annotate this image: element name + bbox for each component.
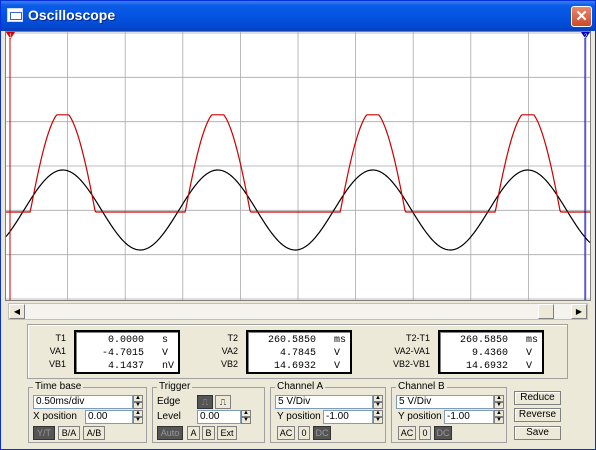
readout-panel: T1 VA1 VB1 0.0000 s -4.7015 V 4.1437 nV … bbox=[27, 324, 568, 379]
timebase-scale-field[interactable]: 0.50ms/div bbox=[33, 395, 133, 409]
readout-va2-va1-unit: V bbox=[526, 348, 533, 359]
channel-b-group: Channel B 5 V/Div ▲ ▼ Y position -1.00 ▲ ▼… bbox=[391, 381, 507, 443]
timebase-xpos-field[interactable]: 0.00 bbox=[85, 410, 133, 424]
channel-a-scale-field[interactable]: 5 V/Div bbox=[275, 395, 373, 409]
trigger-b-button[interactable]: B bbox=[202, 426, 215, 440]
channel-a-ac-button[interactable]: AC bbox=[277, 426, 295, 440]
readout-va2-va1-label: VA2-VA1 bbox=[394, 346, 430, 356]
channel-b-title: Channel B bbox=[396, 381, 447, 392]
scope-svg: 1 2 bbox=[6, 32, 590, 300]
readout-t1-label: T1 bbox=[55, 333, 66, 343]
channel-b-ypos-field[interactable]: -1.00 bbox=[444, 410, 494, 424]
readout-va2-va1-value: 9.4360 bbox=[471, 348, 508, 359]
readout-va2-label: VA2 bbox=[221, 346, 238, 356]
timebase-xpos-label: X position bbox=[33, 411, 77, 422]
channel-a-ypos-label: Y position bbox=[277, 411, 321, 422]
mode-ab-button[interactable]: A/B bbox=[83, 426, 105, 440]
readout-vb2-label: VB2 bbox=[220, 359, 238, 369]
readout-va2-unit: V bbox=[334, 348, 341, 359]
scope-grid bbox=[6, 32, 590, 300]
readout-vb2-vb1-label: VB2-VB1 bbox=[392, 359, 430, 369]
channel-b-scale-spinner[interactable]: ▲ ▼ bbox=[494, 395, 504, 409]
readout-va1-unit: V bbox=[162, 348, 169, 359]
title-bar[interactable]: Oscilloscope ✕ bbox=[1, 1, 595, 31]
trigger-level-label: Level bbox=[157, 411, 181, 422]
mode-yt-button[interactable]: Y/T bbox=[33, 426, 55, 440]
timebase-group: Time base 0.50ms/div ▲ ▼ X position 0.00 … bbox=[28, 381, 147, 443]
readout-va2-value: 4.7845 bbox=[279, 348, 316, 359]
readout-t2-label: T2 bbox=[227, 333, 238, 343]
readout-t1-value: 0.0000 bbox=[107, 335, 144, 346]
timebase-title: Time base bbox=[33, 381, 84, 392]
channel-b-ac-button[interactable]: AC bbox=[398, 426, 416, 440]
window-icon bbox=[7, 8, 23, 22]
window-title: Oscilloscope bbox=[28, 7, 116, 23]
readout-vb2-vb1-unit: V bbox=[526, 361, 533, 372]
falling-edge-icon[interactable]: ⎍ bbox=[215, 395, 231, 409]
scope-display: 1 2 bbox=[5, 31, 591, 301]
close-button[interactable]: ✕ bbox=[571, 6, 592, 27]
channel-a-dc-button[interactable]: DC bbox=[313, 426, 331, 440]
timebase-scale-spinner[interactable]: ▲ ▼ bbox=[133, 395, 143, 409]
trigger-title: Trigger bbox=[157, 381, 193, 392]
readout-t2-t1-label: T2-T1 bbox=[405, 333, 430, 343]
readout-vb1-value: 4.1437 bbox=[107, 361, 144, 372]
reverse-button[interactable]: Reverse bbox=[514, 408, 561, 422]
trigger-edge-label: Edge bbox=[157, 396, 181, 407]
scroll-right-icon[interactable]: ▶ bbox=[571, 304, 587, 319]
readout-va1-value: -4.7015 bbox=[101, 348, 144, 359]
readout-t2-value: 260.5850 bbox=[267, 335, 316, 346]
readout-t1-unit: s bbox=[162, 335, 169, 346]
trigger-group: Trigger Edge ⎍ ⎍ Level 0.00 ▲ ▼ Auto A B … bbox=[152, 381, 265, 443]
channel-a-ypos-spinner[interactable]: ▲ ▼ bbox=[373, 410, 383, 424]
timebase-xpos-spinner[interactable]: ▲ ▼ bbox=[133, 410, 143, 424]
readout-vb2-value: 14.6932 bbox=[273, 361, 316, 372]
oscilloscope-window: Oscilloscope ✕ 1 2 ◀ ▶ T1 VA1 VB1 0.0000… bbox=[0, 0, 596, 450]
channel-a-zero-button[interactable]: 0 bbox=[298, 426, 310, 440]
save-button[interactable]: Save bbox=[514, 426, 561, 440]
scroll-left-icon[interactable]: ◀ bbox=[9, 304, 25, 319]
readout-vb1-unit: nV bbox=[162, 361, 175, 372]
scroll-thumb[interactable] bbox=[538, 304, 554, 319]
readout-vb1-label: VB1 bbox=[48, 359, 66, 369]
trigger-ext-button[interactable]: Ext bbox=[217, 426, 237, 440]
horizontal-scrollbar[interactable]: ◀ ▶ bbox=[8, 303, 588, 320]
readout-vb2-vb1-value: 14.6932 bbox=[465, 361, 508, 372]
channel-a-scale-spinner[interactable]: ▲ ▼ bbox=[373, 395, 383, 409]
mode-ba-button[interactable]: B/A bbox=[58, 426, 80, 440]
trigger-level-field[interactable]: 0.00 bbox=[197, 410, 241, 424]
channel-b-scale-field[interactable]: 5 V/Div bbox=[396, 395, 494, 409]
channel-b-dc-button[interactable]: DC bbox=[434, 426, 452, 440]
readout-t2-box: 260.5850 ms 4.7845 V 14.6932 V bbox=[246, 330, 352, 374]
trigger-a-button[interactable]: A bbox=[187, 426, 200, 440]
trigger-level-spinner[interactable]: ▲ ▼ bbox=[241, 410, 251, 424]
readout-diff-box: 260.5850 ms 9.4360 V 14.6932 V bbox=[438, 330, 544, 374]
trigger-auto-button[interactable]: Auto bbox=[157, 426, 183, 440]
channel-b-ypos-label: Y position bbox=[398, 411, 442, 422]
channel-b-ypos-spinner[interactable]: ▲ ▼ bbox=[494, 410, 504, 424]
reduce-button[interactable]: Reduce bbox=[514, 391, 561, 405]
readout-vb2-unit: V bbox=[334, 361, 341, 372]
channel-a-ypos-field[interactable]: -1.00 bbox=[323, 410, 373, 424]
channel-a-title: Channel A bbox=[275, 381, 326, 392]
readout-t2-unit: ms bbox=[334, 335, 347, 346]
channel-b-zero-button[interactable]: 0 bbox=[419, 426, 431, 440]
channel-a-group: Channel A 5 V/Div ▲ ▼ Y position -1.00 ▲ ▼… bbox=[270, 381, 386, 443]
readout-va1-label: VA1 bbox=[49, 346, 66, 356]
readout-t2-t1-unit: ms bbox=[526, 335, 539, 346]
readout-t1-box: 0.0000 s -4.7015 V 4.1437 nV bbox=[74, 330, 180, 374]
readout-t2-t1-value: 260.5850 bbox=[459, 335, 508, 346]
rising-edge-icon[interactable]: ⎍ bbox=[197, 395, 213, 409]
